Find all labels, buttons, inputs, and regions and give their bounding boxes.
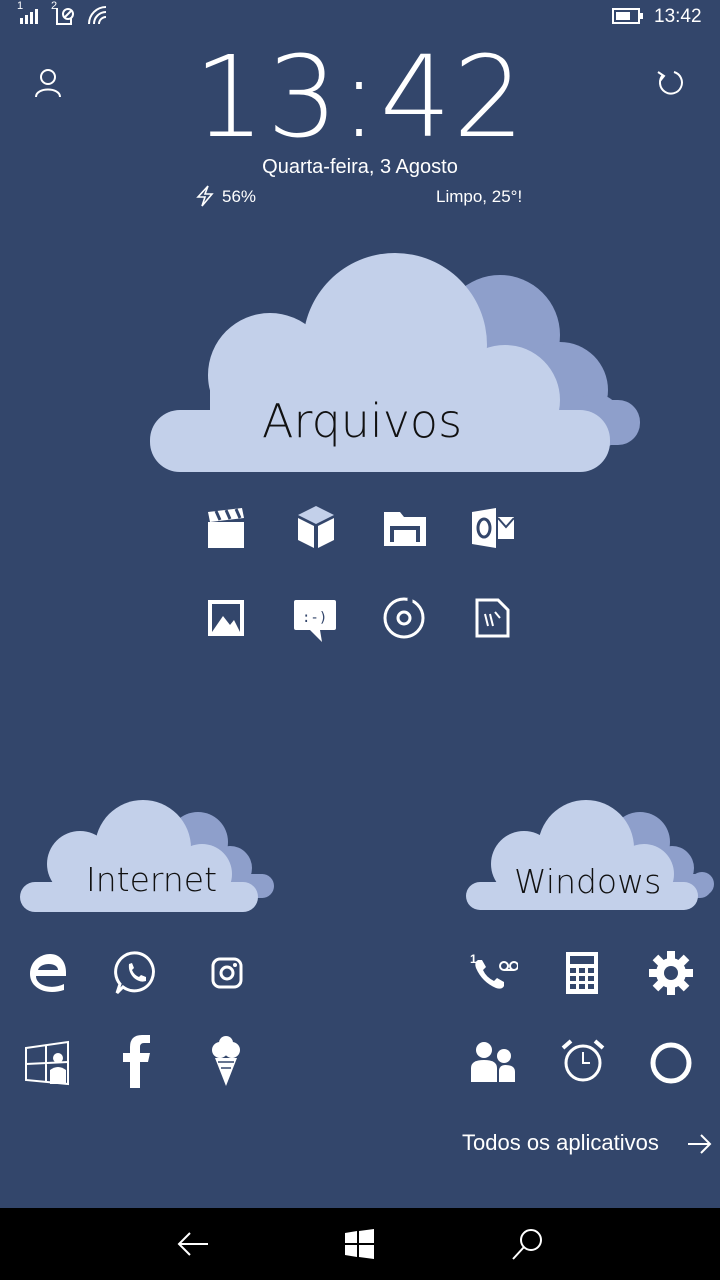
instagram-icon[interactable] xyxy=(210,956,244,990)
phone-voicemail-icon[interactable] xyxy=(470,952,518,992)
battery-icon xyxy=(612,8,643,24)
search-icon[interactable] xyxy=(510,1226,546,1262)
sim2-no-signal-icon xyxy=(56,8,74,25)
status-time: 13:42 xyxy=(654,6,702,27)
files-group-label: Arquivos xyxy=(262,394,463,448)
navigation-bar xyxy=(0,1208,720,1280)
windows-group-label: Windows xyxy=(514,862,662,901)
battery-percent: 56% xyxy=(222,187,257,206)
internet-group-label: Internet xyxy=(86,860,218,899)
outlook-icon[interactable] xyxy=(470,506,516,550)
windows-start-icon[interactable] xyxy=(344,1228,376,1260)
windows-store-user-icon[interactable] xyxy=(24,1040,74,1088)
facebook-icon[interactable] xyxy=(120,1034,154,1088)
file-explorer-icon[interactable] xyxy=(382,508,428,548)
voicemail-badge: 1 xyxy=(470,952,477,966)
box-3d-icon[interactable] xyxy=(296,504,336,550)
document-icon[interactable] xyxy=(474,598,512,638)
battery-saver-icon xyxy=(196,185,214,207)
date-label: Quarta-feira, 3 Agosto xyxy=(262,156,458,178)
calculator-icon[interactable] xyxy=(564,950,600,996)
back-icon[interactable] xyxy=(176,1230,210,1258)
ice-cream-icon[interactable] xyxy=(208,1034,244,1088)
sim1-label: 1 xyxy=(17,0,24,12)
alarm-clock-icon[interactable] xyxy=(560,1038,606,1084)
status-bar: 1 2 13:42 xyxy=(0,0,720,32)
photos-icon[interactable] xyxy=(206,598,246,638)
svg-text::-): :-) xyxy=(302,610,327,626)
whatsapp-icon[interactable] xyxy=(114,950,160,996)
settings-gear-icon[interactable] xyxy=(648,950,694,996)
arrow-right-icon[interactable] xyxy=(686,1132,714,1156)
big-clock: 13:42 xyxy=(193,33,527,163)
weather-label: Limpo, 25°! xyxy=(436,187,523,206)
groove-music-icon[interactable] xyxy=(382,596,426,640)
messaging-icon[interactable]: :-) xyxy=(292,598,338,644)
all-apps-label: Todos os aplicativos xyxy=(462,1130,659,1155)
edge-icon[interactable] xyxy=(28,952,68,994)
people-icon[interactable] xyxy=(470,1040,516,1084)
all-apps-link[interactable]: Todos os aplicativos xyxy=(462,1130,659,1156)
wifi-icon xyxy=(88,6,107,25)
cortana-icon[interactable] xyxy=(648,1040,694,1086)
video-clapper-icon[interactable] xyxy=(206,506,246,550)
